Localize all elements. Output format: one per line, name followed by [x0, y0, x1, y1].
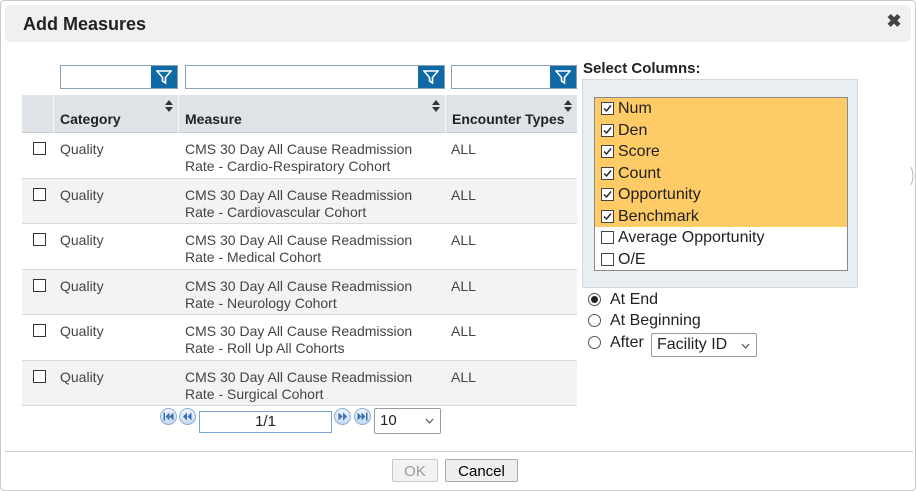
filter-icon[interactable] — [550, 66, 576, 88]
row-category: Quality — [60, 277, 104, 294]
checkbox-unchecked-icon — [601, 231, 614, 244]
measures-grid: Category Measure Encounter Types Quality… — [22, 95, 577, 406]
table-row[interactable]: Quality CMS 30 Day All Cause Readmission… — [22, 178, 577, 224]
column-option-oe[interactable]: O/E — [595, 249, 847, 271]
page-number-input[interactable]: 1/1 — [199, 411, 332, 433]
row-measure: CMS 30 Day All Cause Readmission Rate - C… — [185, 186, 413, 220]
next-page-icon[interactable] — [334, 408, 351, 425]
checkbox-checked-icon — [601, 188, 614, 201]
row-checkbox[interactable] — [33, 278, 46, 292]
sort-icon — [165, 100, 173, 112]
table-row[interactable]: Quality CMS 30 Day All Cause Readmission… — [22, 269, 577, 315]
row-category: Quality — [60, 368, 104, 385]
category-filter-input[interactable] — [61, 66, 151, 88]
radio-after[interactable] — [588, 336, 601, 349]
row-checkbox[interactable] — [33, 233, 46, 246]
radio-at-beginning[interactable] — [588, 314, 601, 327]
column-option-benchmark[interactable]: Benchmark — [595, 205, 847, 227]
checkbox-unchecked-icon — [601, 252, 614, 266]
page-size-select[interactable]: 10 — [374, 408, 441, 434]
sort-icon — [564, 100, 572, 112]
row-encounter-types: ALL — [451, 232, 476, 248]
row-checkbox[interactable] — [33, 324, 46, 337]
column-option-opportunity[interactable]: Opportunity — [595, 184, 847, 206]
row-category: Quality — [60, 232, 104, 248]
filter-icon[interactable] — [151, 66, 177, 88]
column-option-average-opportunity[interactable]: Average Opportunity — [595, 227, 847, 249]
category-filter — [60, 65, 178, 89]
checkbox-checked-icon — [601, 209, 614, 223]
column-option-den[interactable]: Den — [595, 119, 847, 141]
columns-listbox[interactable]: Num Den Score Count Opportunity Benchmar… — [594, 97, 848, 271]
sort-icon — [432, 100, 440, 112]
row-measure: CMS 30 Day All Cause Readmission Rate - N… — [185, 277, 413, 311]
row-checkbox[interactable] — [33, 142, 46, 155]
checkbox-checked-icon — [601, 145, 614, 158]
row-encounter-types: ALL — [451, 368, 476, 385]
column-option-count[interactable]: Count — [595, 162, 847, 184]
encounter-filter-input[interactable] — [452, 66, 550, 88]
column-option-score[interactable]: Score — [595, 141, 847, 163]
column-header-category[interactable]: Category — [54, 95, 178, 133]
previous-page-icon[interactable] — [179, 408, 196, 425]
dialog-title: Add Measures — [23, 14, 147, 34]
row-encounter-types: ALL — [451, 186, 476, 203]
row-measure: CMS 30 Day All Cause Readmission Rate - R… — [185, 323, 413, 356]
table-row[interactable]: Quality CMS 30 Day All Cause Readmission… — [22, 133, 577, 179]
row-measure: CMS 30 Day All Cause Readmission Rate - M… — [185, 232, 413, 265]
resize-edge-icon — [910, 166, 914, 186]
row-encounter-types: ALL — [451, 323, 476, 339]
add-measures-dialog: Add Measures ✖ Category Measure Encounte… — [0, 0, 916, 491]
footer-divider — [5, 451, 913, 452]
row-category: Quality — [60, 323, 104, 339]
column-option-num[interactable]: Num — [595, 98, 847, 120]
chevron-down-icon — [425, 418, 434, 424]
checkbox-checked-icon — [601, 102, 614, 115]
row-encounter-types: ALL — [451, 277, 476, 294]
row-checkbox[interactable] — [33, 187, 46, 201]
last-page-icon[interactable] — [354, 408, 371, 425]
row-measure: CMS 30 Day All Cause Readmission Rate - S… — [185, 368, 413, 402]
encounter-filter — [451, 65, 577, 89]
table-row[interactable]: Quality CMS 30 Day All Cause Readmission… — [22, 360, 577, 406]
row-checkbox[interactable] — [33, 369, 46, 383]
measure-filter-input[interactable] — [186, 66, 418, 88]
radio-at-end[interactable] — [588, 293, 601, 306]
dialog-titlebar: Add Measures ✖ — [5, 5, 911, 42]
close-icon[interactable]: ✖ — [885, 12, 903, 30]
checkbox-checked-icon — [601, 166, 614, 180]
row-category: Quality — [60, 141, 104, 157]
row-category: Quality — [60, 186, 104, 203]
measure-filter — [185, 65, 445, 89]
after-column-select[interactable]: Facility ID — [651, 333, 757, 357]
column-header-measure[interactable]: Measure — [179, 95, 445, 133]
ok-button[interactable]: OK — [392, 459, 438, 482]
row-measure: CMS 30 Day All Cause Readmission Rate - C… — [185, 141, 413, 174]
row-encounter-types: ALL — [451, 141, 476, 157]
filter-icon[interactable] — [418, 66, 444, 88]
first-page-icon[interactable] — [160, 408, 177, 425]
table-row[interactable]: Quality CMS 30 Day All Cause Readmission… — [22, 315, 577, 361]
column-header-encounter-types[interactable]: Encounter Types — [446, 95, 577, 133]
select-columns-title: Select Columns: — [583, 60, 701, 77]
select-columns-panel: Num Den Score Count Opportunity Benchmar… — [582, 79, 858, 288]
cancel-button[interactable]: Cancel — [445, 459, 518, 482]
grid-header: Category Measure Encounter Types — [22, 95, 577, 133]
chevron-down-icon — [741, 343, 750, 349]
checkbox-checked-icon — [601, 123, 614, 137]
table-row[interactable]: Quality CMS 30 Day All Cause Readmission… — [22, 224, 577, 270]
